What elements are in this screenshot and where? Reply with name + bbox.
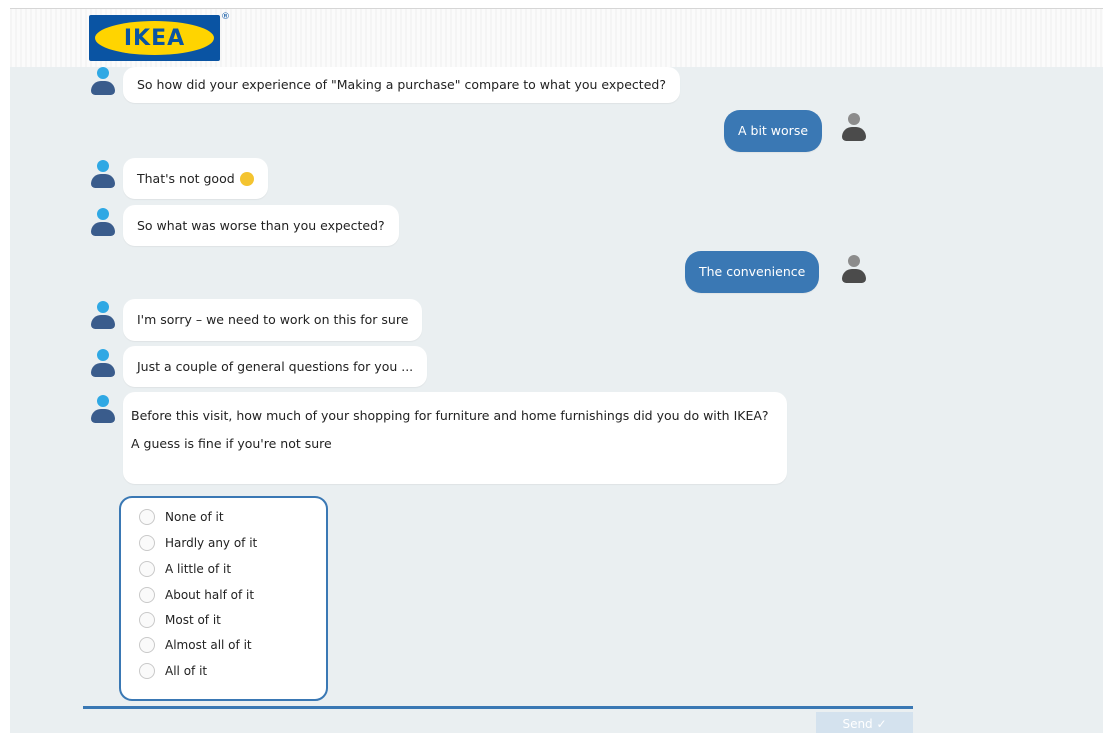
user-avatar-icon: [841, 113, 867, 143]
bot-message: So how did your experience of "Making a …: [123, 67, 680, 103]
radio-button[interactable]: [139, 587, 155, 603]
bot-avatar-icon: [90, 67, 116, 97]
option-label: All of it: [165, 664, 208, 678]
question-subtext: A guess is fine if you're not sure: [131, 436, 332, 451]
ikea-logo: IKEA: [89, 15, 220, 61]
option-most-of-it[interactable]: Most of it: [139, 609, 221, 631]
option-label: Hardly any of it: [165, 536, 258, 550]
option-a-little-of-it[interactable]: A little of it: [139, 558, 231, 580]
option-hardly-any-of-it[interactable]: Hardly any of it: [139, 532, 257, 554]
logo-text: IKEA: [123, 26, 186, 51]
option-label: None of it: [165, 510, 224, 524]
user-message: A bit worse: [724, 110, 823, 152]
option-almost-all-of-it[interactable]: Almost all of it: [139, 634, 252, 656]
question-text: Before this visit, how much of your shop…: [131, 408, 769, 423]
bot-message: That's not good: [123, 158, 268, 199]
option-all-of-it[interactable]: All of it: [139, 660, 207, 682]
option-none-of-it[interactable]: None of it: [139, 506, 224, 528]
bot-question: Before this visit, how much of your shop…: [123, 392, 787, 484]
bot-avatar-icon: [90, 349, 116, 379]
radio-button[interactable]: [139, 535, 155, 551]
radio-button[interactable]: [139, 637, 155, 653]
bot-avatar-icon: [90, 160, 116, 190]
composer-input-line[interactable]: [83, 706, 913, 709]
user-avatar-icon: [841, 255, 867, 285]
option-label: Most of it: [165, 613, 221, 627]
option-label: About half of it: [165, 588, 255, 602]
radio-button[interactable]: [139, 561, 155, 577]
radio-button[interactable]: [139, 612, 155, 628]
logo-registered-mark: ®: [221, 12, 230, 22]
send-button[interactable]: Send ✓: [816, 712, 913, 733]
option-label: Almost all of it: [165, 638, 252, 652]
bot-message: I'm sorry – we need to work on this for …: [123, 299, 423, 341]
answer-options: None of it Hardly any of it A little of …: [119, 496, 328, 701]
bot-message: So what was worse than you expected?: [123, 205, 399, 246]
bot-avatar-icon: [90, 208, 116, 238]
bot-avatar-icon: [90, 395, 116, 425]
bot-message: Just a couple of general questions for y…: [123, 346, 428, 387]
bot-avatar-icon: [90, 301, 116, 331]
option-label: A little of it: [165, 562, 232, 576]
message-text: That's not good: [137, 170, 235, 186]
radio-button[interactable]: [139, 663, 155, 679]
grimacing-face-icon: [239, 171, 254, 186]
radio-button[interactable]: [139, 509, 155, 525]
user-message: The convenience: [685, 251, 820, 293]
option-about-half-of-it[interactable]: About half of it: [139, 584, 254, 606]
